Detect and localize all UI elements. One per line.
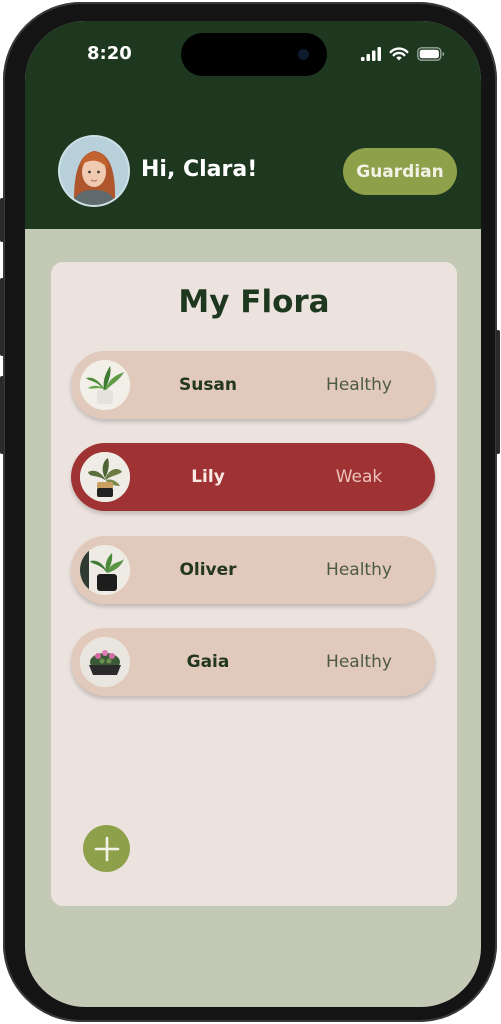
my-flora-card: My Flora Susan Healthy Lily Weak Oliver … xyxy=(51,262,457,906)
plant-name: Lily xyxy=(191,467,225,487)
plant-name: Susan xyxy=(178,375,238,395)
phone-frame: 8:20 Hi, Clara! Guardian My Flora Susan … xyxy=(0,2,500,1022)
volume-up-button xyxy=(0,278,4,356)
app-screen: 8:20 Hi, Clara! Guardian My Flora Susan … xyxy=(25,21,481,1007)
plant-row-susan[interactable]: Susan Healthy xyxy=(71,351,435,419)
action-button xyxy=(0,198,4,242)
plant-thumbnail xyxy=(80,545,130,595)
plus-icon xyxy=(94,836,119,861)
greeting-text: Hi, Clara! xyxy=(141,157,258,182)
plant-status: Weak xyxy=(335,467,383,487)
plant-photo-icon xyxy=(80,360,130,410)
plant-photo-icon xyxy=(80,545,130,595)
plant-row-oliver[interactable]: Oliver Healthy xyxy=(71,536,435,604)
plant-status: Healthy xyxy=(326,560,392,580)
wifi-icon xyxy=(389,47,409,61)
avatar[interactable] xyxy=(60,137,128,205)
plant-status: Healthy xyxy=(326,375,392,395)
battery-icon xyxy=(417,47,445,61)
volume-down-button xyxy=(0,376,4,454)
camera-icon xyxy=(298,49,309,60)
plant-thumbnail xyxy=(80,637,130,687)
power-button xyxy=(496,330,500,454)
dynamic-island xyxy=(181,33,327,76)
plant-name: Oliver xyxy=(179,560,237,580)
plant-row-lily[interactable]: Lily Weak xyxy=(71,443,435,511)
cellular-signal-icon xyxy=(361,47,381,61)
status-time: 8:20 xyxy=(87,43,132,64)
user-portrait-icon xyxy=(60,137,128,205)
plant-thumbnail xyxy=(80,360,130,410)
plant-name: Gaia xyxy=(186,652,230,672)
plant-photo-icon xyxy=(80,637,130,687)
plant-status: Healthy xyxy=(326,652,392,672)
guardian-button[interactable]: Guardian xyxy=(343,148,457,195)
page-title: My Flora xyxy=(178,284,330,320)
app-header: 8:20 Hi, Clara! Guardian xyxy=(25,21,481,229)
add-plant-button[interactable] xyxy=(83,825,130,872)
plant-thumbnail xyxy=(80,452,130,502)
plant-photo-icon xyxy=(80,452,130,502)
plant-row-gaia[interactable]: Gaia Healthy xyxy=(71,628,435,696)
status-icons xyxy=(361,46,445,62)
